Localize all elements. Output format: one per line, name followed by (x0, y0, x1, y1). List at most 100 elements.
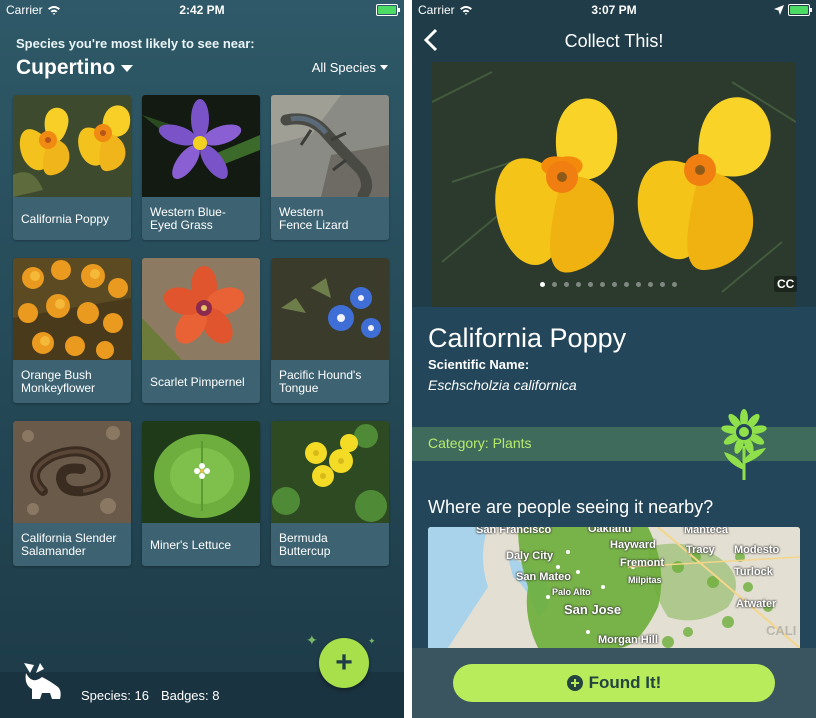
species-name: California Poppy (21, 211, 110, 226)
map-label: Manteca (684, 527, 729, 536)
location-arrow-icon (774, 5, 784, 15)
map-label: Daly City (506, 550, 554, 562)
species-card[interactable]: Western Fence Lizard (271, 95, 389, 240)
cc-license-badge[interactable]: CC (774, 276, 798, 292)
species-card[interactable]: Pacific Hound's Tongue (271, 258, 389, 403)
species-card[interactable]: Orange Bush Monkeyflower (13, 258, 131, 403)
page-dot (588, 282, 593, 287)
species-filter-dropdown[interactable]: All Species (312, 60, 388, 75)
species-list-screen: Carrier 2:42 PM Species you're most like… (0, 0, 404, 718)
species-photo-carousel[interactable] (432, 62, 796, 307)
species-photo (271, 95, 389, 197)
scientific-name-label: Scientific Name: (428, 357, 530, 372)
species-photo (142, 421, 260, 523)
page-dot (624, 282, 629, 287)
status-time: 2:42 PM (179, 3, 225, 17)
sparkle-icon: ✦ (368, 636, 376, 646)
species-photo (271, 421, 389, 523)
page-dot (672, 282, 677, 287)
map-label: San Jose (564, 602, 622, 617)
page-dot (576, 282, 581, 287)
status-time: 3:07 PM (591, 3, 637, 17)
species-card[interactable]: Miner's Lettuce (142, 421, 260, 566)
battery-icon (376, 4, 400, 16)
page-dot (612, 282, 617, 287)
map-label: Morgan Hill (598, 634, 658, 646)
species-count: Species: 16 (81, 688, 149, 703)
page-dot (660, 282, 665, 287)
species-detail-panel: California Poppy Scientific Name: Eschsc… (412, 307, 816, 707)
map-label: Oakland (588, 527, 632, 535)
page-dot (636, 282, 641, 287)
chevron-left-icon (423, 28, 438, 52)
battery-icon (788, 4, 812, 16)
species-card[interactable]: California Poppy (13, 95, 131, 240)
scientific-name: Eschscholzia californica (428, 377, 577, 393)
map-label: Hayward (610, 539, 656, 551)
species-name: Pacific Hound's Tongue (279, 368, 362, 395)
page-dot (552, 282, 557, 287)
back-button[interactable] (423, 28, 438, 57)
nav-title: Collect This! (564, 30, 664, 51)
badges-count[interactable]: Badges: 8 (161, 688, 220, 703)
sightings-map[interactable]: San Francisco Oakland Manteca Hayward Da… (428, 527, 800, 648)
corgi-mascot-icon[interactable] (20, 659, 64, 708)
location-picker[interactable]: Cupertino (16, 56, 134, 80)
chevron-down-icon (121, 64, 134, 72)
species-card[interactable]: Bermuda Buttercup (271, 421, 389, 566)
map-label: Fremont (620, 557, 664, 569)
map-label: Atwater (736, 598, 777, 610)
map-label: San Mateo (516, 571, 572, 583)
species-photo (13, 258, 131, 360)
stats: Species: 16 Badges: 8 (81, 688, 219, 703)
species-photo (13, 421, 131, 523)
species-photo (142, 258, 260, 360)
found-it-button[interactable]: Found It! (453, 664, 775, 702)
status-bar: Carrier 3:07 PM (412, 0, 816, 20)
species-card[interactable]: Scarlet Pimpernel (142, 258, 260, 403)
species-grid: California Poppy Western Blue- Eyed Gras… (13, 95, 389, 566)
map-label: Palo Alto (552, 587, 591, 597)
species-name: Miner's Lettuce (150, 537, 231, 552)
map-label: Modesto (734, 544, 780, 556)
flower-category-icon (716, 408, 776, 487)
add-observation-button[interactable]: + (319, 638, 369, 688)
species-card[interactable]: California Slender Salamander (13, 421, 131, 566)
species-name: Western Blue- Eyed Grass (150, 205, 226, 232)
sparkle-icon: ✦ (306, 632, 318, 648)
category-band: Category: Plants (412, 409, 816, 480)
page-dot (564, 282, 569, 287)
map-label: Turlock (734, 566, 773, 578)
page-dot (648, 282, 653, 287)
chevron-down-icon (380, 65, 388, 70)
species-title: California Poppy (428, 323, 627, 353)
location-label: Cupertino (16, 56, 116, 79)
species-photo (142, 95, 260, 197)
plus-circle-icon (566, 675, 583, 691)
nav-bar: Collect This! (412, 20, 816, 62)
map-label: Milpitas (628, 575, 662, 585)
species-photo (13, 95, 131, 197)
species-name: California Slender Salamander (21, 531, 117, 558)
found-it-label: Found It! (588, 673, 662, 692)
species-name: Bermuda Buttercup (279, 531, 331, 558)
status-icons (774, 4, 812, 16)
sightings-heading: Where are people seeing it nearby? (428, 497, 714, 517)
filter-label: All Species (311, 60, 376, 75)
page-dot (540, 282, 545, 287)
category-label: Category: Plants (428, 435, 532, 451)
species-card[interactable]: Western Blue- Eyed Grass (142, 95, 260, 240)
species-name: Western Fence Lizard (279, 205, 349, 232)
collect-species-screen: Carrier 3:07 PM Collect This! CC Califor… (412, 0, 816, 718)
carousel-page-indicator[interactable] (540, 282, 677, 287)
status-bar: Carrier 2:42 PM (0, 0, 404, 20)
map-label: San Francisco (476, 527, 552, 536)
page-dot (600, 282, 605, 287)
species-name: Scarlet Pimpernel (150, 374, 245, 389)
near-label: Species you're most likely to see near: (16, 36, 255, 51)
species-name: Orange Bush Monkeyflower (21, 368, 96, 395)
map-label: CALI (766, 623, 797, 638)
plus-icon: + (335, 646, 353, 679)
species-photo (271, 258, 389, 360)
map-label: Tracy (686, 544, 715, 556)
